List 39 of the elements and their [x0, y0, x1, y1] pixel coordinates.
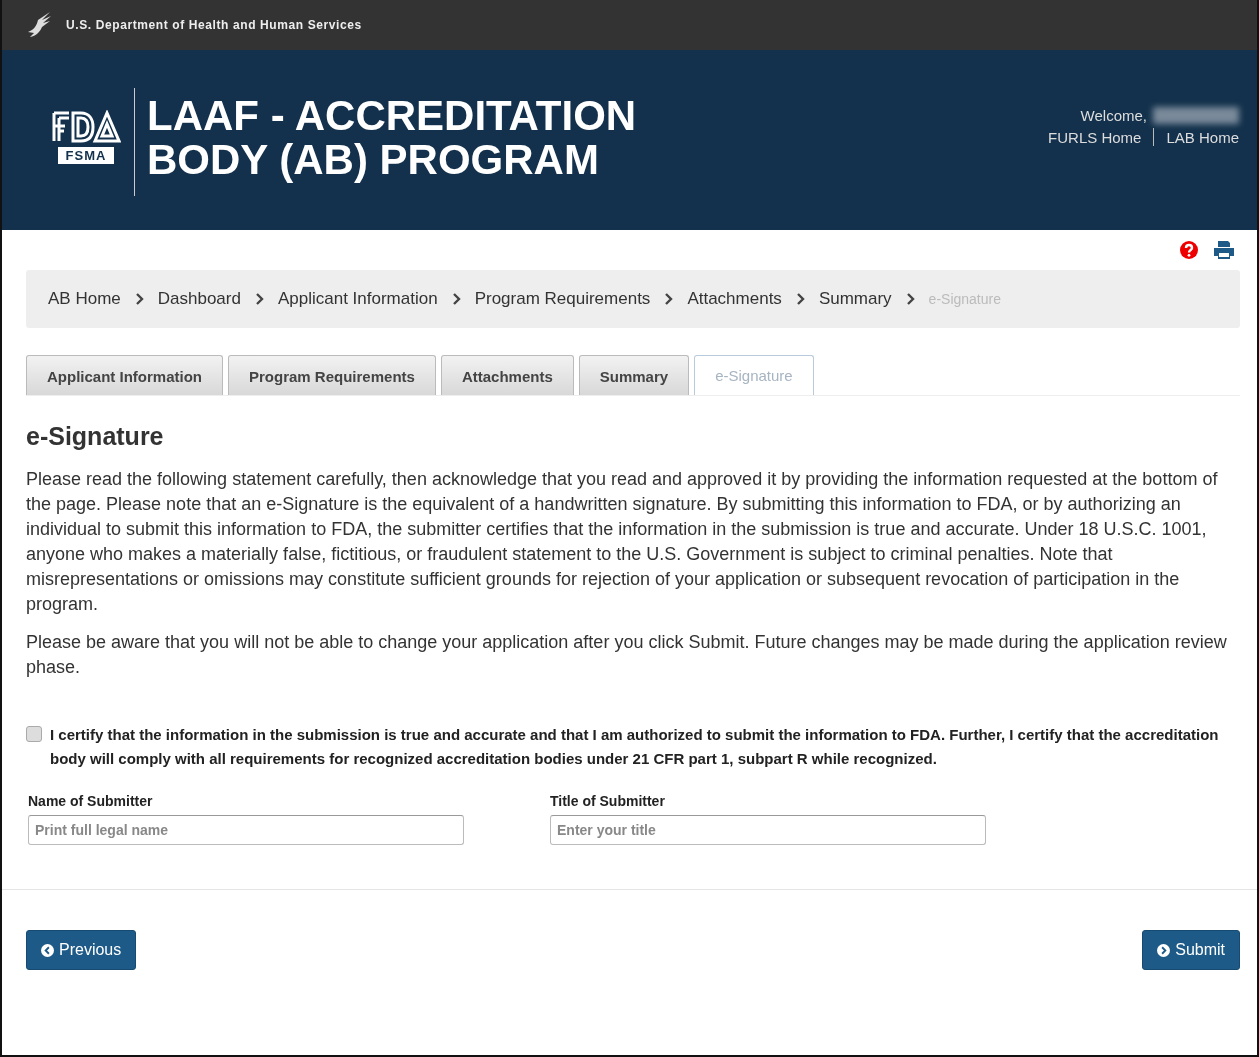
chevron-icon — [134, 293, 144, 305]
form-tab[interactable]: Attachments — [440, 355, 574, 395]
program-title: BODY (AB) PROGRAM — [147, 138, 600, 182]
fsma-label: FSMA — [57, 147, 115, 164]
field-label: Title of Submitter — [550, 793, 666, 809]
form-tab[interactable]: Summary — [578, 355, 690, 395]
chevron-icon — [451, 293, 461, 305]
certify-checkbox[interactable] — [26, 726, 42, 742]
certify-label: I certify that the information in the submission is true and accurate and that I am authorized to submit the information to FDA. Further, I certify that the accreditation body will comply with all requirements for recognized accreditation bodies under 21 CFR part 1, subpart R while recognized. — [50, 725, 1220, 769]
input-field[interactable]: Print full legal name — [28, 815, 464, 845]
previous-button[interactable]: Previous — [26, 930, 137, 970]
breadcrumb-link[interactable]: Dashboard — [157, 289, 241, 309]
program-title: LAAF - ACCREDITATION — [147, 94, 637, 138]
header-link[interactable]: LAB Home — [1166, 128, 1239, 146]
help-icon[interactable] — [1179, 240, 1199, 260]
chevron-right-icon — [1157, 943, 1171, 957]
form-tab[interactable]: Applicant Information — [26, 355, 223, 395]
page-heading: e-Signature — [26, 422, 165, 451]
field-label: Name of Submitter — [28, 793, 154, 809]
fda-logo — [51, 110, 121, 144]
breadcrumb-link[interactable]: Program Requirements — [474, 289, 651, 309]
breadcrumb-link[interactable]: Attachments — [687, 289, 782, 309]
breadcrumb-link[interactable]: Applicant Information — [277, 289, 438, 309]
chevron-icon — [905, 293, 915, 305]
breadcrumb-link[interactable]: AB Home — [48, 289, 121, 309]
breadcrumb-link[interactable]: Summary — [818, 289, 892, 309]
chevron-icon — [254, 293, 264, 305]
print-icon[interactable] — [1213, 240, 1235, 260]
form-tab[interactable]: Program Requirements — [228, 355, 436, 395]
chevron-left-icon — [41, 943, 54, 957]
chevron-icon — [795, 293, 805, 305]
submit-button[interactable]: Submit — [1142, 930, 1240, 970]
statement-paragraph: Please be aware that you will not be able to change your application after you click Submit. Future changes may be made during the application review phase. — [26, 631, 1228, 679]
input-field[interactable]: Enter your title — [550, 815, 986, 845]
chevron-icon — [664, 293, 674, 305]
statement-paragraph: Please read the following statement carefully, then acknowledge that you read and approved it by providing the information requested at the bottom of the page. Please note that an e-Signature is the equivalent of a handwritten signature. By submitting this information to FDA, or by authorizing an individual to submit this information to FDA, the submitter certifies that the information in the submission is true and accurate. Under 18 U.S.C. 1001, anyone who makes a materially false, fictitious, or fraudulent statement to the U.S. Government is subject to criminal penalties. Note that misrepresentations or omissions may constitute sufficient grounds for rejection of your application or subsequent revocation of participation in the program. — [26, 468, 1219, 616]
welcome-text: Welcome, — [1080, 107, 1147, 124]
header-link[interactable]: FURLS Home — [1048, 128, 1142, 146]
agency-name: U.S. Department of Health and Human Services — [66, 18, 362, 32]
